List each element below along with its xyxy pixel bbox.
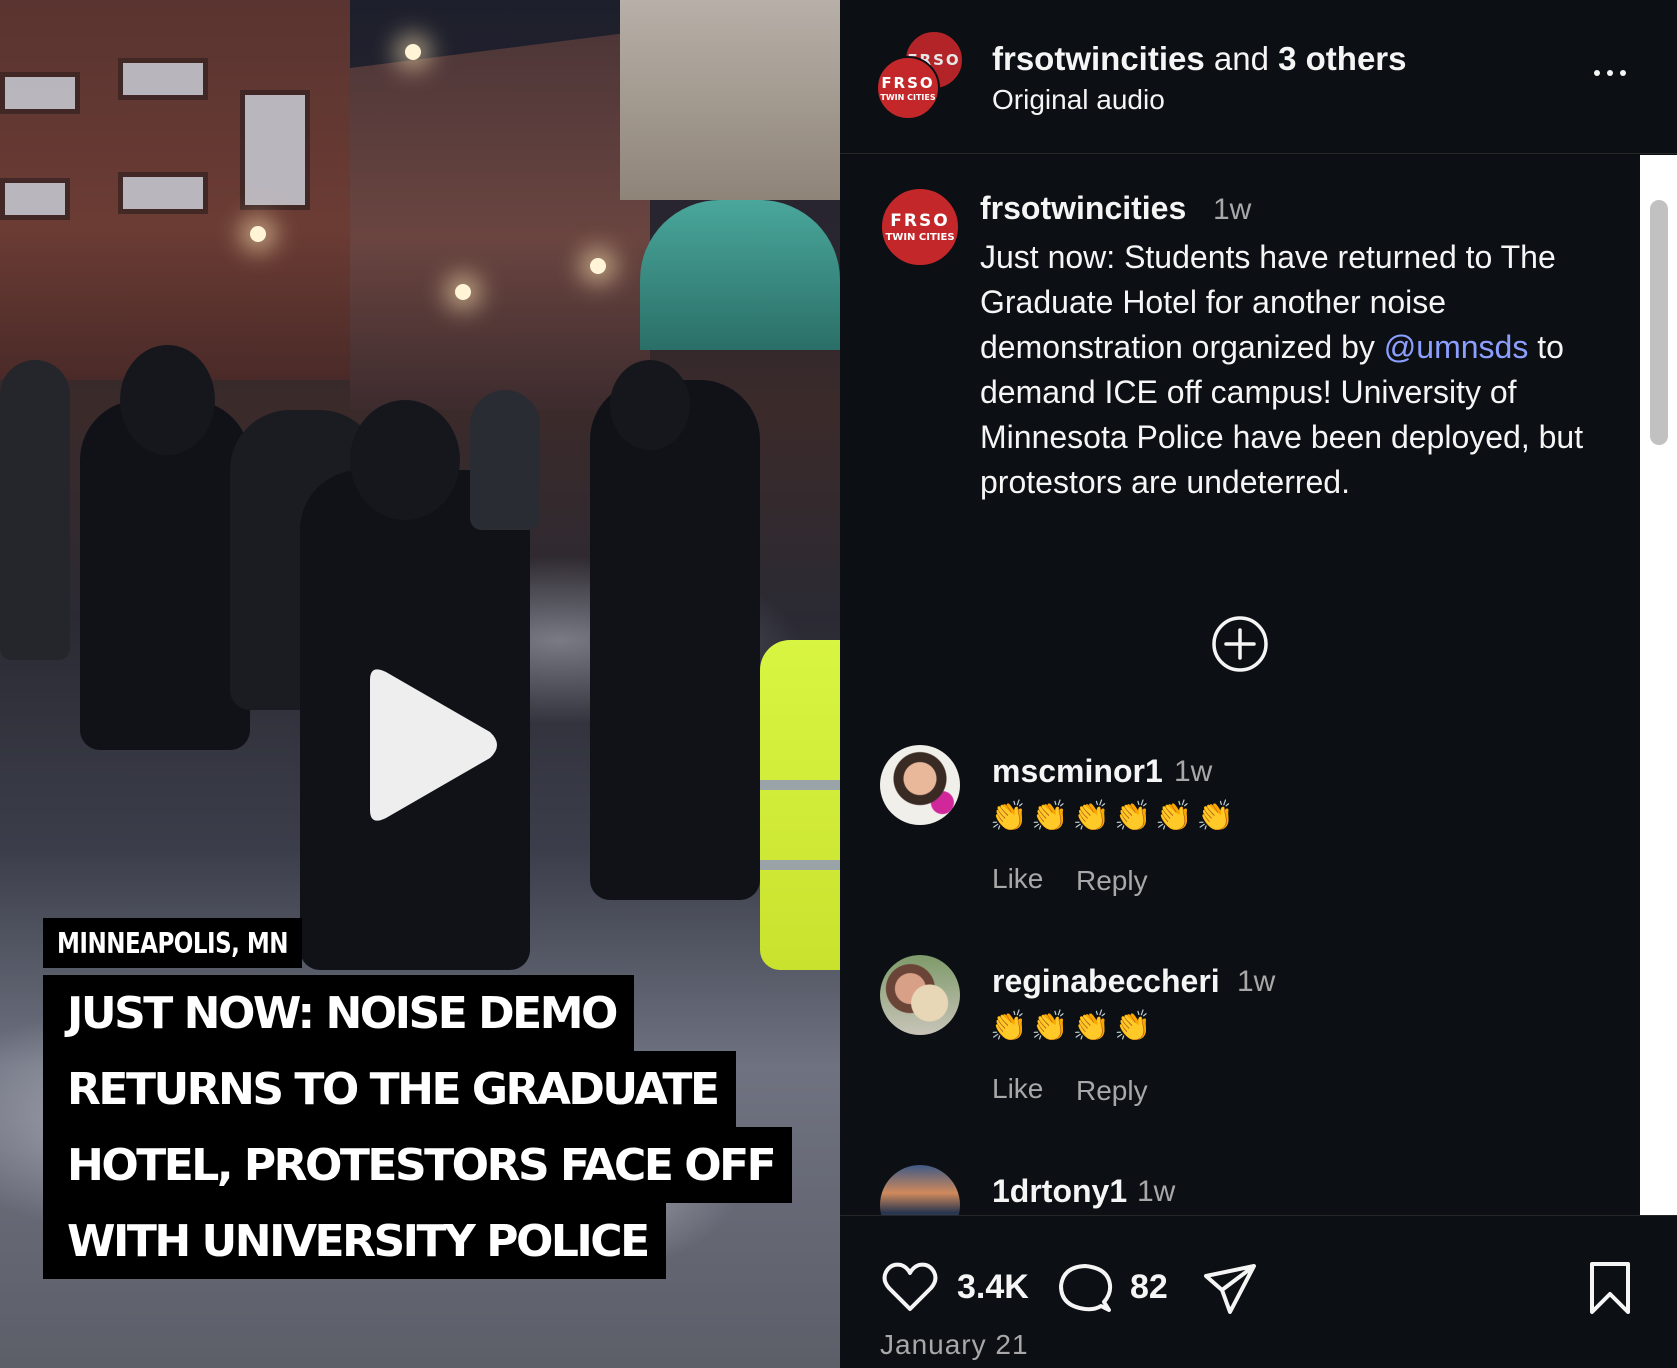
heart-icon (882, 1262, 938, 1311)
person-in-vest (760, 640, 840, 970)
comment-item: reginabeccheri 1w 👏👏👏👏 Like Reply (840, 955, 1640, 1135)
like-comment-button[interactable]: Like (992, 1073, 1043, 1105)
comment-username[interactable]: reginabeccheri (992, 963, 1220, 1000)
comment-time: 1w (1174, 755, 1213, 788)
background-wall (620, 0, 840, 200)
comment-text: 👏👏👏👏👏👏 (990, 800, 1239, 833)
avatar[interactable] (880, 955, 960, 1035)
like-comment-button[interactable]: Like (992, 863, 1043, 895)
post-panel: FRSO FRSO TWIN CITIES frsotwincities and… (840, 0, 1677, 1368)
load-more-comments-button[interactable] (1211, 615, 1269, 673)
audio-link[interactable]: Original audio (992, 84, 1165, 116)
scrollbar-thumb[interactable] (1650, 200, 1668, 445)
more-horizontal-icon (1594, 70, 1600, 76)
comment-icon (1059, 1264, 1113, 1312)
share-icon (1204, 1264, 1256, 1314)
comments-scroll-area[interactable]: FRSO TWIN CITIES frsotwincities 1w Just … (840, 155, 1640, 1215)
comments-count: 82 (1130, 1268, 1168, 1306)
video-player[interactable]: MINNEAPOLIS, MN JUST NOW: NOISE DEMO RET… (0, 0, 840, 1368)
plus-circle-icon (1212, 616, 1268, 672)
play-icon (370, 669, 497, 821)
video-headline: JUST NOW: NOISE DEMO RETURNS TO THE GRAD… (43, 975, 793, 1279)
caption-time: 1w (1213, 193, 1252, 226)
caption-text: Just now: Students have returned to The … (980, 239, 1584, 500)
comment-time: 1w (1237, 965, 1276, 998)
post-authors[interactable]: frsotwincities and 3 others (992, 40, 1407, 78)
comment-username[interactable]: 1drtony1 (992, 1173, 1127, 1210)
headline-line: WITH UNIVERSITY POLICE (43, 1203, 666, 1279)
background-awning (640, 200, 840, 350)
comment-text: 👏👏👏👏 (990, 1010, 1156, 1043)
comment-username[interactable]: mscminor1 (992, 753, 1163, 790)
caption-username[interactable]: frsotwincities (980, 190, 1186, 227)
comment-item: mscminor1 1w 👏👏👏👏👏👏 Like Reply (840, 745, 1640, 925)
bookmark-icon (1590, 1262, 1630, 1314)
collab-avatar[interactable]: FRSO TWIN CITIES (876, 56, 940, 120)
headline-line: HOTEL, PROTESTORS FACE OFF (43, 1127, 793, 1203)
save-button[interactable] (1580, 1258, 1640, 1318)
others-link[interactable]: 3 others (1278, 40, 1406, 77)
comment-item: 1drtony1 1w (840, 1165, 1640, 1215)
reply-button[interactable]: Reply (1076, 865, 1148, 897)
post-date[interactable]: January 21 (880, 1329, 1029, 1361)
reply-button[interactable]: Reply (1076, 1075, 1148, 1107)
author-username[interactable]: frsotwincities (992, 40, 1205, 77)
share-button[interactable] (1200, 1258, 1260, 1318)
likes-count[interactable]: 3.4K (957, 1268, 1029, 1307)
comment-time: 1w (1137, 1175, 1176, 1208)
mention-link[interactable]: @umnsds (1384, 329, 1529, 365)
comment-button[interactable] (1055, 1258, 1115, 1318)
like-button[interactable] (880, 1258, 940, 1318)
background-hotel (350, 30, 650, 410)
headline-line: JUST NOW: NOISE DEMO (43, 975, 634, 1051)
caption-avatar[interactable]: FRSO TWIN CITIES (880, 187, 960, 267)
location-label: MINNEAPOLIS, MN (43, 918, 303, 968)
headline-line: RETURNS TO THE GRADUATE (43, 1051, 736, 1127)
background-building (0, 0, 350, 380)
post-actions: 3.4K 82 January 21 (840, 1215, 1677, 1368)
post-header: FRSO FRSO TWIN CITIES frsotwincities and… (840, 0, 1677, 154)
play-button[interactable] (350, 660, 510, 830)
avatar[interactable] (880, 745, 960, 825)
more-options-button[interactable] (1588, 58, 1632, 88)
avatar[interactable] (880, 1165, 960, 1215)
